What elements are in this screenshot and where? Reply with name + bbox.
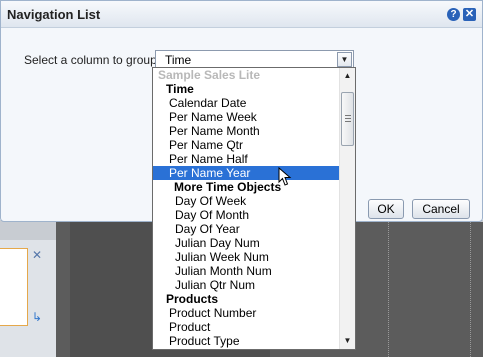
- dropdown-option[interactable]: Product Number: [153, 306, 339, 320]
- dropdown-option[interactable]: Day Of Week: [153, 194, 339, 208]
- remove-icon[interactable]: ✕: [30, 248, 44, 262]
- dialog-titlebar: Navigation List ? ✕: [1, 1, 482, 28]
- dropdown-options: Sample Sales Lite Time Calendar Date Per Na…: [153, 68, 339, 349]
- dropdown-option: Sample Sales Lite: [158, 68, 261, 82]
- dropdown-option[interactable]: Calendar Date: [153, 96, 339, 110]
- chevron-down-icon[interactable]: ▼: [337, 52, 352, 67]
- group-column-label: Select a column to group :: [24, 53, 164, 67]
- dropdown-option[interactable]: Per Name Qtr: [153, 138, 339, 152]
- close-icon[interactable]: ✕: [463, 8, 476, 21]
- pointer-cursor-icon: [278, 167, 292, 186]
- dropdown-group-header[interactable]: Products: [153, 292, 339, 306]
- insert-arrow-icon[interactable]: ↳: [30, 310, 44, 324]
- scroll-down-icon[interactable]: ▼: [340, 333, 355, 349]
- dropdown-option[interactable]: Per Name Month: [153, 124, 339, 138]
- dialog-title: Navigation List: [7, 7, 101, 22]
- dropdown-option[interactable]: Day Of Month: [153, 208, 339, 222]
- background-selected-box: [0, 248, 28, 326]
- dropdown-option[interactable]: Julian Month Num: [153, 264, 339, 278]
- dropdown-option[interactable]: Per Name Week: [153, 110, 339, 124]
- scroll-thumb[interactable]: [341, 92, 354, 146]
- background-guide-line: [388, 222, 389, 357]
- background-guide-line: [470, 222, 471, 357]
- ok-button[interactable]: OK: [368, 199, 404, 219]
- scroll-up-icon[interactable]: ▲: [340, 68, 355, 84]
- dropdown-option[interactable]: Product: [153, 320, 339, 334]
- dropdown-option[interactable]: Julian Qtr Num: [153, 278, 339, 292]
- dropdown-option[interactable]: Per Name Year: [153, 166, 339, 180]
- dropdown-group-header[interactable]: More Time Objects: [153, 180, 339, 194]
- dropdown-option[interactable]: Julian Day Num: [153, 236, 339, 250]
- group-column-value: Time: [165, 53, 192, 67]
- help-icon[interactable]: ?: [447, 8, 460, 21]
- dropdown-scrollbar[interactable]: ▲ ▼: [339, 68, 355, 349]
- dropdown-option[interactable]: Product Type: [153, 334, 339, 348]
- dropdown-option[interactable]: Per Name Half: [153, 152, 339, 166]
- dropdown-option[interactable]: Day Of Year: [153, 222, 339, 236]
- cancel-button[interactable]: Cancel: [412, 199, 470, 219]
- column-dropdown-list[interactable]: Sample Sales Lite Time Calendar Date Per Na…: [152, 67, 356, 350]
- dropdown-group-header[interactable]: Time: [153, 82, 339, 96]
- dropdown-option[interactable]: Julian Week Num: [153, 250, 339, 264]
- grip-icon: [345, 115, 351, 122]
